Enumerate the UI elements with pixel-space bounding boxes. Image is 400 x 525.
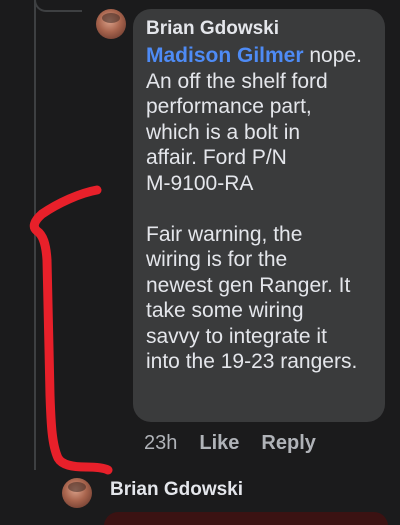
next-comment-bubble (104, 512, 388, 525)
like-button[interactable]: Like (199, 432, 239, 455)
thread-connector-elbow (34, 0, 82, 12)
comment-bubble: Brian Gdowski Madison Gilmer nope. An of… (133, 9, 385, 422)
avatar[interactable] (62, 478, 92, 508)
mention-link[interactable]: Madison Gilmer (146, 44, 304, 67)
timestamp[interactable]: 23h (144, 432, 177, 455)
comment-author[interactable]: Brian Gdowski (146, 17, 373, 41)
comment-thread: Brian Gdowski Madison Gilmer nope. An of… (0, 0, 400, 525)
comment-actions: 23h Like Reply (144, 430, 316, 456)
reply-button[interactable]: Reply (261, 432, 315, 455)
next-comment-author[interactable]: Brian Gdowski (110, 478, 243, 502)
thread-connector-line (34, 0, 36, 470)
avatar[interactable] (96, 9, 126, 39)
comment-text: Madison Gilmer nope. An off the shelf fo… (146, 43, 373, 375)
comment-body: nope. An off the shelf ford performance … (146, 44, 362, 373)
